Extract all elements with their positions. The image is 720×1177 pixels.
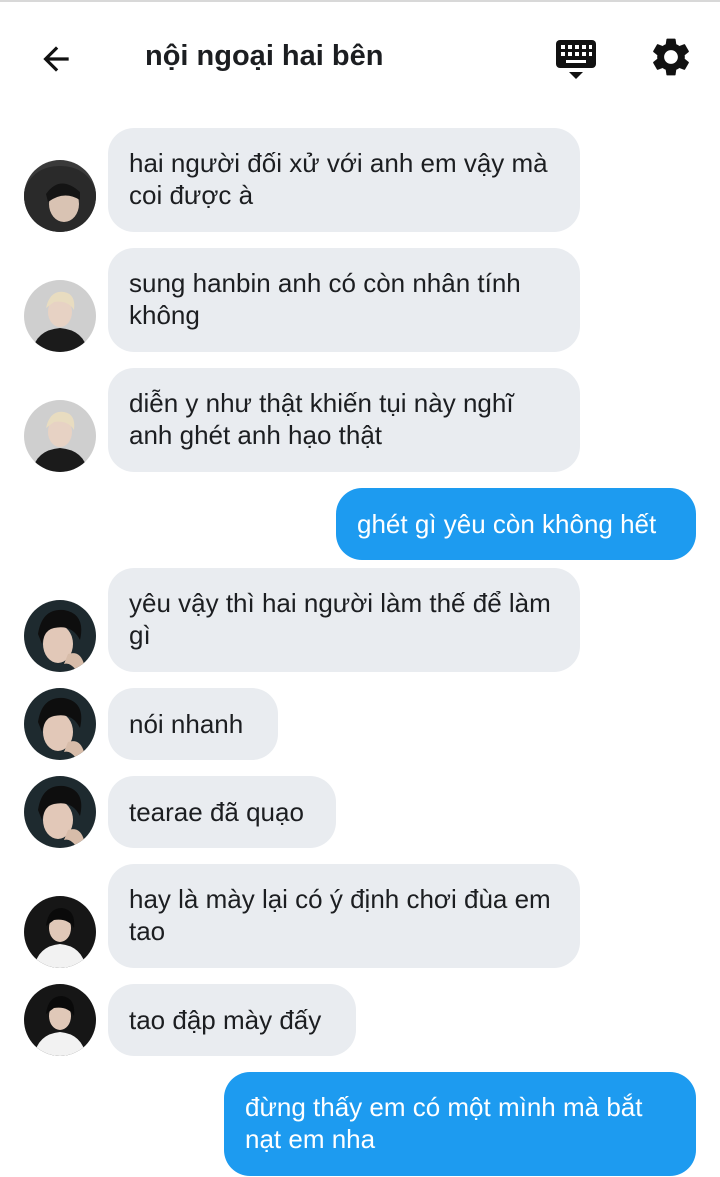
avatar[interactable]	[24, 776, 96, 848]
message-bubble-outgoing[interactable]: đừng thấy em có một mình mà bắt nạt em n…	[224, 1072, 696, 1176]
avatar-dark-hair	[24, 776, 96, 848]
avatar-blond	[24, 280, 96, 352]
avatar-blond	[24, 400, 96, 472]
message-list: hai người đối xử với anh em vậy mà coi đ…	[0, 0, 720, 1177]
avatar-hood	[24, 160, 96, 232]
message-bubble[interactable]: tearae đã quạo	[108, 776, 336, 848]
avatar[interactable]	[24, 600, 96, 672]
avatar-dark-hair	[24, 688, 96, 760]
avatar-dark-hair	[24, 600, 96, 672]
avatar-white-shirt	[24, 984, 96, 1056]
avatar[interactable]	[24, 688, 96, 760]
avatar[interactable]	[24, 280, 96, 352]
message-bubble[interactable]: sung hanbin anh có còn nhân tính không	[108, 248, 580, 352]
message-bubble-outgoing[interactable]: ghét gì yêu còn không hết	[336, 488, 696, 560]
message-bubble[interactable]: hai người đối xử với anh em vậy mà coi đ…	[108, 128, 580, 232]
avatar-white-shirt	[24, 896, 96, 968]
message-bubble[interactable]: nói nhanh	[108, 688, 278, 760]
message-bubble[interactable]: hay là mày lại có ý định chơi đùa em tao	[108, 864, 580, 968]
avatar[interactable]	[24, 400, 96, 472]
message-bubble[interactable]: diễn y như thật khiến tụi này nghĩ anh g…	[108, 368, 580, 472]
message-bubble[interactable]: yêu vậy thì hai người làm thế để làm gì	[108, 568, 580, 672]
message-bubble[interactable]: tao đập mày đấy	[108, 984, 356, 1056]
avatar[interactable]	[24, 984, 96, 1056]
avatar[interactable]	[24, 896, 96, 968]
avatar[interactable]	[24, 160, 96, 232]
